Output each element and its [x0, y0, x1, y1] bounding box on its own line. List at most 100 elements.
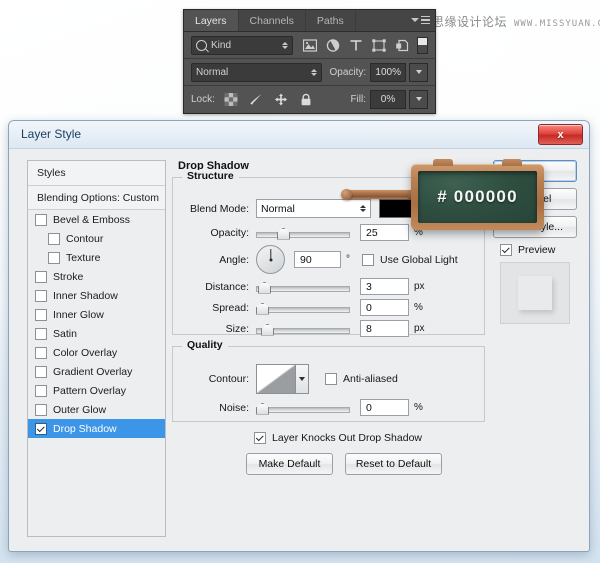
checkbox-bevel-emboss[interactable] [35, 214, 47, 226]
style-item-bevel-emboss[interactable]: Bevel & Emboss [28, 210, 165, 229]
style-item-satin[interactable]: Satin [28, 324, 165, 343]
checkbox-satin[interactable] [35, 328, 47, 340]
styles-list: Styles Blending Options: Custom Bevel & … [27, 160, 166, 537]
reset-to-default-button[interactable]: Reset to Default [345, 453, 442, 475]
lock-label: Lock: [191, 94, 215, 105]
size-input[interactable]: 8 [360, 320, 409, 337]
blend-mode-value: Normal [196, 67, 228, 78]
use-global-light-row[interactable]: Use Global Light [362, 254, 458, 266]
checkbox-drop-shadow[interactable] [35, 423, 47, 435]
checkbox-color-overlay[interactable] [35, 347, 47, 359]
search-icon [196, 40, 207, 51]
tab-layers[interactable]: Layers [184, 10, 239, 31]
blend-mode-selected: Normal [261, 203, 295, 215]
smartobject-filter-icon[interactable] [395, 39, 409, 52]
style-item-gradient-overlay[interactable]: Gradient Overlay [28, 362, 165, 381]
structure-legend: Structure [182, 170, 239, 182]
opacity-dropdown-icon[interactable] [409, 63, 428, 82]
checkbox-inner-glow[interactable] [35, 309, 47, 321]
tab-channels[interactable]: Channels [239, 10, 306, 31]
filter-toggle-swatch[interactable] [417, 37, 428, 54]
checkbox-preview[interactable] [500, 244, 512, 256]
preview-row[interactable]: Preview [493, 244, 577, 256]
angle-input[interactable]: 90 [294, 251, 341, 268]
filter-kind-select[interactable]: Kind [191, 36, 293, 55]
checkbox-layer-knocks-out[interactable] [254, 432, 266, 444]
distance-input[interactable]: 3 [360, 278, 409, 295]
layer-knocks-out-row[interactable]: Layer Knocks Out Drop Shadow [254, 432, 422, 444]
style-item-inner-glow[interactable]: Inner Glow [28, 305, 165, 324]
adjustment-filter-icon[interactable] [326, 39, 340, 52]
style-item-drop-shadow[interactable]: Drop Shadow [28, 419, 165, 438]
distance-slider[interactable] [256, 282, 350, 292]
use-global-light-label: Use Global Light [380, 254, 458, 266]
blending-options-label: Blending Options: Custom [37, 192, 159, 204]
noise-slider[interactable] [256, 403, 350, 413]
distance-field-label: Distance: [173, 281, 249, 293]
callout-pointer [347, 190, 413, 199]
opacity-value[interactable]: 100% [370, 63, 406, 82]
style-item-texture[interactable]: Texture [28, 248, 165, 267]
angle-field-label: Angle: [173, 254, 249, 266]
anti-aliased-label: Anti-aliased [343, 373, 398, 385]
preview-thumbnail-shape [518, 276, 552, 310]
opacity-slider[interactable] [256, 228, 350, 238]
contour-swatch[interactable] [256, 364, 296, 394]
lock-transparency-icon[interactable] [224, 93, 238, 106]
blending-options-item[interactable]: Blending Options: Custom [28, 186, 165, 210]
chevron-down-icon[interactable] [296, 364, 309, 394]
checkbox-texture[interactable] [48, 252, 60, 264]
filter-icon-group [303, 39, 409, 52]
noise-input[interactable]: 0 [360, 399, 409, 416]
style-item-pattern-overlay[interactable]: Pattern Overlay [28, 381, 165, 400]
checkbox-inner-shadow[interactable] [35, 290, 47, 302]
spread-field-label: Spread: [173, 302, 249, 314]
opacity-input[interactable]: 25 [360, 224, 409, 241]
lock-all-icon[interactable] [299, 93, 313, 106]
checkbox-stroke[interactable] [35, 271, 47, 283]
type-filter-icon[interactable] [349, 39, 363, 52]
style-label: Texture [66, 252, 100, 264]
contour-picker[interactable] [256, 364, 309, 394]
checkbox-pattern-overlay[interactable] [35, 385, 47, 397]
checkbox-outer-glow[interactable] [35, 404, 47, 416]
size-slider[interactable] [256, 324, 350, 334]
distance-unit: px [414, 281, 425, 292]
size-field-label: Size: [173, 323, 249, 335]
size-unit: px [414, 323, 425, 334]
opacity-label: Opacity: [330, 67, 367, 78]
tab-paths[interactable]: Paths [306, 10, 356, 31]
make-default-button[interactable]: Make Default [246, 453, 333, 475]
style-label: Stroke [53, 271, 83, 283]
styles-list-header: Styles [28, 161, 165, 186]
blend-mode-select[interactable]: Normal [191, 63, 322, 82]
panel-menu-icon[interactable] [412, 14, 430, 26]
checkbox-anti-aliased[interactable] [325, 373, 337, 385]
page-title: Layer Style [21, 127, 81, 141]
shape-filter-icon[interactable] [372, 39, 386, 52]
style-item-outer-glow[interactable]: Outer Glow [28, 400, 165, 419]
lock-image-icon[interactable] [249, 93, 263, 106]
fill-value[interactable]: 0% [370, 90, 406, 109]
angle-dial[interactable] [256, 245, 285, 274]
blend-mode-dropdown[interactable]: Normal [256, 199, 371, 218]
watermark-top-en: WWW.MISSYUAN.COM [514, 19, 600, 29]
style-label: Pattern Overlay [53, 385, 126, 397]
close-icon[interactable]: x [538, 124, 583, 145]
checkbox-gradient-overlay[interactable] [35, 366, 47, 378]
style-item-color-overlay[interactable]: Color Overlay [28, 343, 165, 362]
spread-input[interactable]: 0 [360, 299, 409, 316]
style-label: Inner Shadow [53, 290, 118, 302]
lock-position-icon[interactable] [274, 93, 288, 106]
spread-slider[interactable] [256, 303, 350, 313]
preview-thumbnail [500, 262, 570, 324]
style-item-contour[interactable]: Contour [28, 229, 165, 248]
style-item-inner-shadow[interactable]: Inner Shadow [28, 286, 165, 305]
fill-dropdown-icon[interactable] [409, 90, 428, 109]
layers-panel-tabbar: Layers Channels Paths [184, 10, 435, 32]
checkbox-contour[interactable] [48, 233, 60, 245]
image-filter-icon[interactable] [303, 39, 317, 52]
style-item-stroke[interactable]: Stroke [28, 267, 165, 286]
anti-aliased-row[interactable]: Anti-aliased [325, 373, 398, 385]
checkbox-use-global-light[interactable] [362, 254, 374, 266]
